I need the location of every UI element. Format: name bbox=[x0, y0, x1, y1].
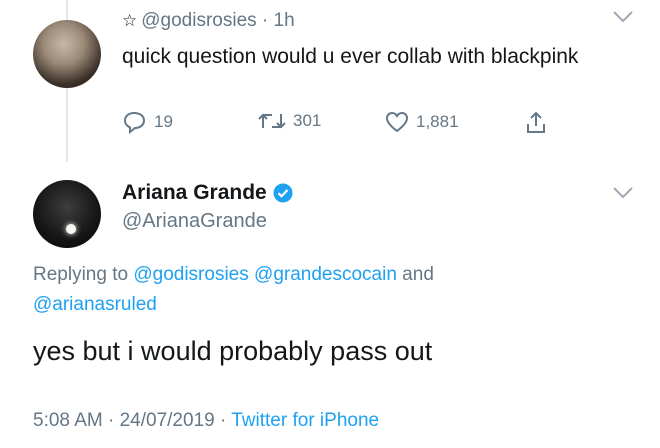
author-name[interactable]: Ariana Grande bbox=[122, 181, 267, 205]
mention-link[interactable]: @grandescocain bbox=[254, 264, 397, 285]
share-icon bbox=[527, 111, 545, 133]
chevron-down-icon[interactable] bbox=[612, 10, 634, 29]
like-count: 1,881 bbox=[416, 112, 459, 131]
avatar[interactable] bbox=[33, 20, 101, 88]
tweet-time[interactable]: 5:08 AM bbox=[33, 410, 103, 431]
author-handle[interactable]: @ArianaGrande bbox=[122, 210, 267, 233]
like-button[interactable]: 1,881 bbox=[384, 110, 459, 134]
avatar[interactable] bbox=[33, 180, 101, 248]
star-icon: ☆ bbox=[122, 11, 138, 30]
replying-prefix: Replying to bbox=[33, 264, 134, 285]
tweet-actions: 19 301 1,881 bbox=[122, 110, 562, 140]
retweet-icon bbox=[258, 113, 286, 129]
reply-button[interactable]: 19 bbox=[122, 110, 173, 134]
tweet-text: yes but i would probably pass out bbox=[33, 336, 433, 366]
tweet-date[interactable]: 24/07/2019 bbox=[120, 410, 215, 431]
chevron-down-icon[interactable] bbox=[612, 186, 634, 205]
retweet-button[interactable]: 301 bbox=[257, 110, 321, 132]
mention-link[interactable]: @godisrosies bbox=[133, 264, 248, 285]
verified-badge-icon bbox=[273, 183, 293, 203]
separator-dot: · bbox=[214, 410, 232, 431]
tweet-author-handle[interactable]: @godisrosies bbox=[141, 10, 256, 31]
tweet-meta: 5:08 AM · 24/07/2019 · Twitter for iPhon… bbox=[33, 410, 379, 432]
replying-and: and bbox=[396, 264, 434, 285]
reply-icon bbox=[123, 111, 146, 134]
separator-dot: · bbox=[102, 410, 120, 431]
tweet-source-link[interactable]: Twitter for iPhone bbox=[231, 410, 379, 431]
reply-count: 19 bbox=[154, 112, 173, 131]
author-row: Ariana Grande bbox=[122, 181, 293, 205]
tweet-text: quick question would u ever collab with … bbox=[122, 45, 579, 68]
retweet-count: 301 bbox=[293, 111, 322, 130]
share-button[interactable] bbox=[524, 110, 554, 136]
separator-dot: · bbox=[256, 10, 274, 31]
replying-to: Replying to @godisrosies @grandescocain … bbox=[33, 260, 633, 320]
like-icon bbox=[385, 111, 409, 133]
tweet-time[interactable]: 1h bbox=[274, 10, 295, 31]
mention-link[interactable]: @arianasruled bbox=[33, 294, 157, 315]
avatar-light bbox=[66, 224, 76, 234]
tweet-header: ☆ @godisrosies · 1h bbox=[122, 10, 295, 32]
